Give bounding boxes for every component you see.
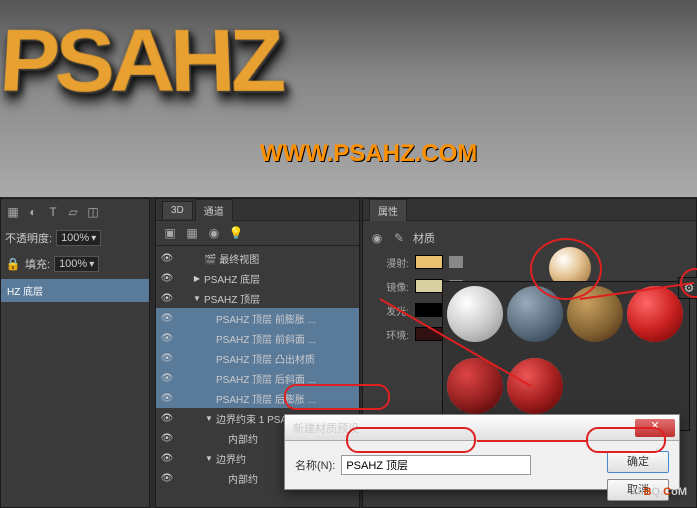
ambient-label: 环境: (369, 327, 409, 342)
twisty-icon[interactable]: ▶ (192, 274, 202, 283)
tool-row: ▦ ◐ T ▱ ◫ (1, 199, 149, 225)
tree-item-label: PSAHZ 顶层 前膨胀 ... (216, 311, 316, 326)
layers-panel: ▦ ◐ T ▱ ◫ 不透明度: 100% ▾ 🔒 填充: 100% ▾ HZ 底… (0, 198, 150, 508)
adjust-icon[interactable]: ◐ (25, 204, 41, 220)
3d-text-logo: PSAHZ (0, 12, 283, 113)
visibility-eye-icon[interactable]: 👁 (160, 333, 174, 344)
tree-row[interactable]: 👁 PSAHZ 顶层 前膨胀 ... (156, 308, 359, 328)
twisty-icon[interactable]: ▼ (204, 414, 214, 423)
tab-3d[interactable]: 3D (162, 201, 193, 219)
opacity-dropdown[interactable]: 100% ▾ (56, 230, 101, 246)
tree-row[interactable]: 👁 PSAHZ 顶层 凸出材质 (156, 348, 359, 368)
visibility-eye-icon[interactable]: 👁 (160, 473, 174, 484)
tree-row[interactable]: 👁 ▶ PSAHZ 底层 (156, 268, 359, 288)
fill-label: 填充: (25, 256, 50, 272)
canvas-viewport: PSAHZ WWW.PSAHZ.COM (0, 0, 697, 197)
visibility-eye-icon[interactable]: 👁 (160, 393, 174, 404)
ok-button[interactable]: 确定 (607, 451, 669, 473)
annotation-line (477, 440, 587, 442)
scene-icon[interactable]: ▣ (162, 225, 178, 241)
visibility-eye-icon[interactable]: 👁 (160, 453, 174, 464)
mesh-icon[interactable]: ▦ (184, 225, 200, 241)
opacity-label: 不透明度: (5, 230, 52, 246)
shape-icon[interactable]: ▱ (65, 204, 81, 220)
preset-blue[interactable] (507, 286, 563, 342)
3d-filter-toolbar: ▣ ▦ ◉ 💡 (156, 221, 359, 246)
props-header: 属性 (363, 199, 696, 221)
preset-red3[interactable] (507, 358, 563, 414)
diffuse-label: 漫射: (369, 255, 409, 270)
brush-icon[interactable]: ✎ (391, 230, 407, 246)
tree-item-label: PSAHZ 顶层 凸出材质 (216, 351, 315, 366)
diffuse-texture-icon[interactable] (449, 256, 463, 268)
visibility-eye-icon[interactable]: 👁 (160, 253, 174, 264)
visibility-eye-icon[interactable]: 👁 (160, 313, 174, 324)
fill-row: 🔒 填充: 100% ▾ (1, 251, 149, 277)
tree-row[interactable]: 👁 ▼ PSAHZ 顶层 (156, 288, 359, 308)
name-field-label: 名称(N): (295, 457, 335, 473)
preset-menu-gear-icon[interactable]: ⚙ (678, 277, 697, 299)
emit-swatch[interactable] (415, 303, 443, 317)
tree-item-label: PSAHZ 底层 (204, 271, 260, 286)
visibility-eye-icon[interactable]: 👁 (160, 433, 174, 444)
fill-dropdown[interactable]: 100% ▾ (54, 256, 99, 272)
dialog-close-button[interactable]: ✕ (635, 419, 675, 437)
material-tab-label: 材质 (413, 230, 435, 246)
twisty-icon[interactable]: ▼ (192, 294, 202, 303)
visibility-eye-icon[interactable]: 👁 (160, 373, 174, 384)
material-type-row: ◉ ✎ 材质 (369, 227, 690, 249)
tree-item-label: 🎬 最终视图 (204, 251, 259, 266)
tab-channels[interactable]: 通道 (195, 199, 233, 221)
tree-row[interactable]: 👁 🎬 最终视图 (156, 248, 359, 268)
twisty-icon[interactable]: ▼ (204, 454, 214, 463)
material-ball-icon[interactable]: ◉ (369, 230, 385, 246)
tree-item-label: 边界约 (216, 451, 246, 466)
visibility-eye-icon[interactable]: 👁 (160, 293, 174, 304)
light-icon[interactable]: 💡 (228, 225, 244, 241)
preset-name-input[interactable] (341, 455, 531, 475)
visibility-eye-icon[interactable]: 👁 (160, 273, 174, 284)
diffuse-swatch[interactable] (415, 255, 443, 269)
lock-icon[interactable]: 🔒 (5, 256, 21, 272)
dialog-title-text: 新建材质预设 (293, 420, 359, 436)
watermark: UiBQ.CoM (633, 479, 687, 500)
visibility-eye-icon[interactable]: 👁 (160, 353, 174, 364)
visibility-eye-icon[interactable]: 👁 (160, 413, 174, 424)
type-icon[interactable]: T (45, 204, 61, 220)
tree-item-label: PSAHZ 顶层 (204, 291, 260, 306)
url-overlay: WWW.PSAHZ.COM (260, 140, 477, 168)
tree-row[interactable]: 👁 PSAHZ 顶层 后膨胀 ... (156, 388, 359, 408)
dialog-titlebar: 新建材质预设 ✕ (285, 415, 679, 441)
tree-row[interactable]: 👁 PSAHZ 顶层 前斜面 ... (156, 328, 359, 348)
tree-item-label: 内部约 (228, 431, 258, 446)
tree-item-label: PSAHZ 顶层 前斜面 ... (216, 331, 316, 346)
smart-icon[interactable]: ◫ (85, 204, 101, 220)
3d-panel-header: 3D 通道 (156, 199, 359, 221)
opacity-row: 不透明度: 100% ▾ (1, 225, 149, 251)
preset-white[interactable] (447, 286, 503, 342)
preset-red1[interactable] (627, 286, 683, 342)
tree-item-label: 内部约 (228, 471, 258, 486)
material-icon[interactable]: ◉ (206, 225, 222, 241)
tree-item-label: PSAHZ 顶层 后斜面 ... (216, 371, 316, 386)
specular-swatch[interactable] (415, 279, 443, 293)
tree-item-label: PSAHZ 顶层 后膨胀 ... (216, 391, 316, 406)
specular-label: 镜像: (369, 279, 409, 294)
new-preset-dialog: 新建材质预设 ✕ 名称(N): 确定 取消 (284, 414, 680, 490)
tree-row[interactable]: 👁 PSAHZ 顶层 后斜面 ... (156, 368, 359, 388)
layer-row[interactable]: HZ 底层 (1, 279, 149, 302)
tab-properties[interactable]: 属性 (369, 199, 407, 221)
image-icon[interactable]: ▦ (5, 204, 21, 220)
